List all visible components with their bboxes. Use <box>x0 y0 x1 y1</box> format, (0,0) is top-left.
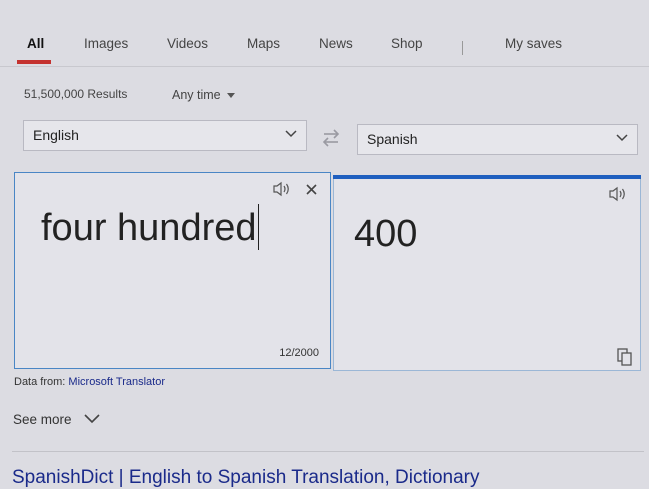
tab-my-saves[interactable]: My saves <box>505 36 562 51</box>
chevron-down-icon <box>285 130 297 138</box>
target-language-select[interactable]: Spanish <box>357 124 638 155</box>
see-more-label: See more <box>13 412 72 427</box>
chevron-down-icon <box>84 414 100 424</box>
output-accent-bar <box>333 175 641 179</box>
caret-down-icon <box>226 93 235 99</box>
source-language-select[interactable]: English <box>23 120 307 151</box>
tab-news[interactable]: News <box>319 36 353 51</box>
source-language-label: English <box>33 127 79 143</box>
nav-separator <box>462 41 463 55</box>
data-from-label: Data from: <box>14 376 66 388</box>
tab-maps[interactable]: Maps <box>247 36 280 51</box>
translated-text: 400 <box>354 213 418 255</box>
section-divider <box>12 451 644 452</box>
close-icon[interactable] <box>306 184 317 195</box>
character-counter: 12/2000 <box>279 347 319 359</box>
microsoft-translator-link[interactable]: Microsoft Translator <box>68 376 165 388</box>
copy-icon[interactable] <box>617 348 633 366</box>
speaker-icon[interactable] <box>608 186 628 202</box>
any-time-filter[interactable]: Any time <box>172 88 235 102</box>
speaker-icon[interactable] <box>272 181 292 197</box>
tab-shop[interactable]: Shop <box>391 36 423 51</box>
translation-output-panel: 400 <box>333 175 641 371</box>
source-text-input[interactable]: four hundred <box>41 204 259 250</box>
nav-divider <box>0 66 649 67</box>
source-text-panel[interactable]: four hundred 12/2000 <box>14 172 331 369</box>
chevron-down-icon <box>616 134 628 142</box>
active-tab-indicator <box>17 60 51 64</box>
results-count: 51,500,000 Results <box>24 87 128 101</box>
swap-languages-icon[interactable] <box>319 127 343 149</box>
see-more-button[interactable]: See more <box>13 412 101 427</box>
target-language-label: Spanish <box>367 131 418 147</box>
any-time-label: Any time <box>172 88 221 102</box>
search-result-title-link[interactable]: SpanishDict | English to Spanish Transla… <box>12 467 480 489</box>
tab-videos[interactable]: Videos <box>167 36 208 51</box>
tab-all[interactable]: All <box>27 36 44 51</box>
text-cursor <box>257 204 259 250</box>
data-source: Data from: Microsoft Translator <box>14 376 165 388</box>
source-text: four hundred <box>41 207 257 249</box>
tab-images[interactable]: Images <box>84 36 128 51</box>
